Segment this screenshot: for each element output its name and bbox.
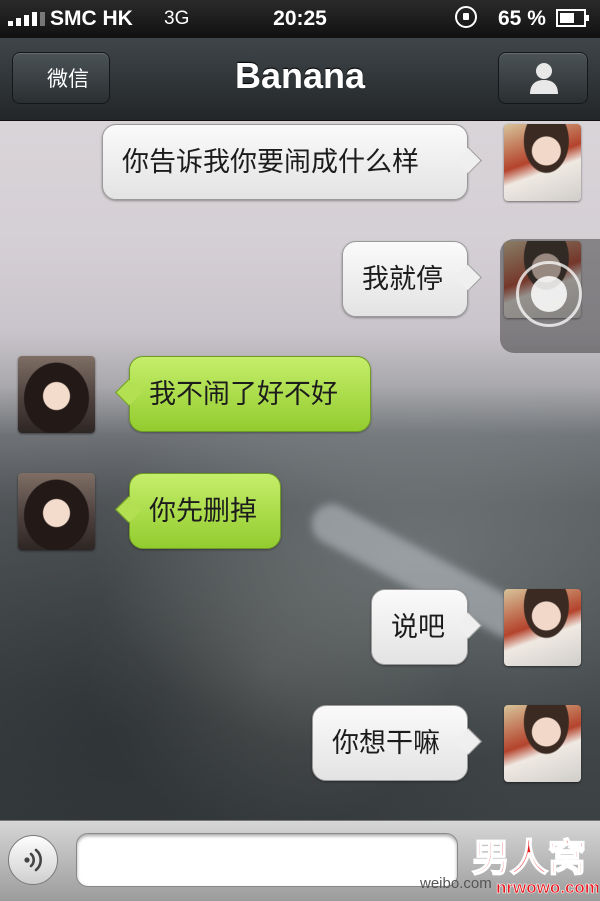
my-avatar[interactable]: [504, 705, 581, 782]
site-logo-text: 男人窝: [472, 836, 586, 880]
contact-avatar[interactable]: [18, 356, 95, 433]
message-bubble-outgoing[interactable]: 你告诉我你要闹成什么样: [102, 124, 468, 200]
my-avatar[interactable]: [504, 589, 581, 666]
message-text: 我不闹了好不好: [149, 379, 338, 410]
site-logo-watermark: 男人窝 nrwowo.com: [471, 835, 598, 897]
message-bubble-incoming[interactable]: 我不闹了好不好: [129, 356, 371, 432]
navigation-bar: 微信 Banana: [0, 38, 600, 121]
assistive-touch-icon: [516, 261, 582, 327]
input-bar: weibo.com 男人窝 nrwowo.com: [0, 820, 600, 901]
battery-percentage: 65 %: [498, 7, 546, 30]
message-bubble-outgoing[interactable]: 说吧: [371, 589, 468, 665]
contact-avatar[interactable]: [18, 473, 95, 550]
message-text: 我就停: [362, 264, 443, 295]
message-bubble-outgoing[interactable]: 你想干嘛: [312, 705, 468, 781]
message-text: 你想干嘛: [332, 728, 440, 759]
assistive-touch-button[interactable]: [500, 239, 600, 353]
rotation-lock-icon: [455, 6, 477, 28]
person-icon: [530, 63, 558, 94]
message-text: 你告诉我你要闹成什么样: [122, 147, 419, 178]
voice-icon: [24, 848, 42, 872]
site-logo-url: nrwowo.com: [496, 878, 598, 897]
my-avatar[interactable]: [504, 124, 581, 201]
message-input[interactable]: [76, 833, 458, 887]
message-text: 你先删掉: [149, 496, 257, 527]
message-text: 说吧: [391, 612, 445, 643]
profile-button[interactable]: [498, 52, 588, 104]
battery-icon: [556, 9, 589, 27]
voice-input-button[interactable]: [8, 835, 58, 885]
status-bar: SMC HK 3G 20:25 65 %: [0, 0, 600, 38]
message-bubble-incoming[interactable]: 你先删掉: [129, 473, 281, 549]
chat-area[interactable]: 你告诉我你要闹成什么样 我就停 我不闹了好不好 你先删掉 说吧 你想干嘛: [0, 121, 600, 820]
message-bubble-outgoing[interactable]: 我就停: [342, 241, 468, 317]
